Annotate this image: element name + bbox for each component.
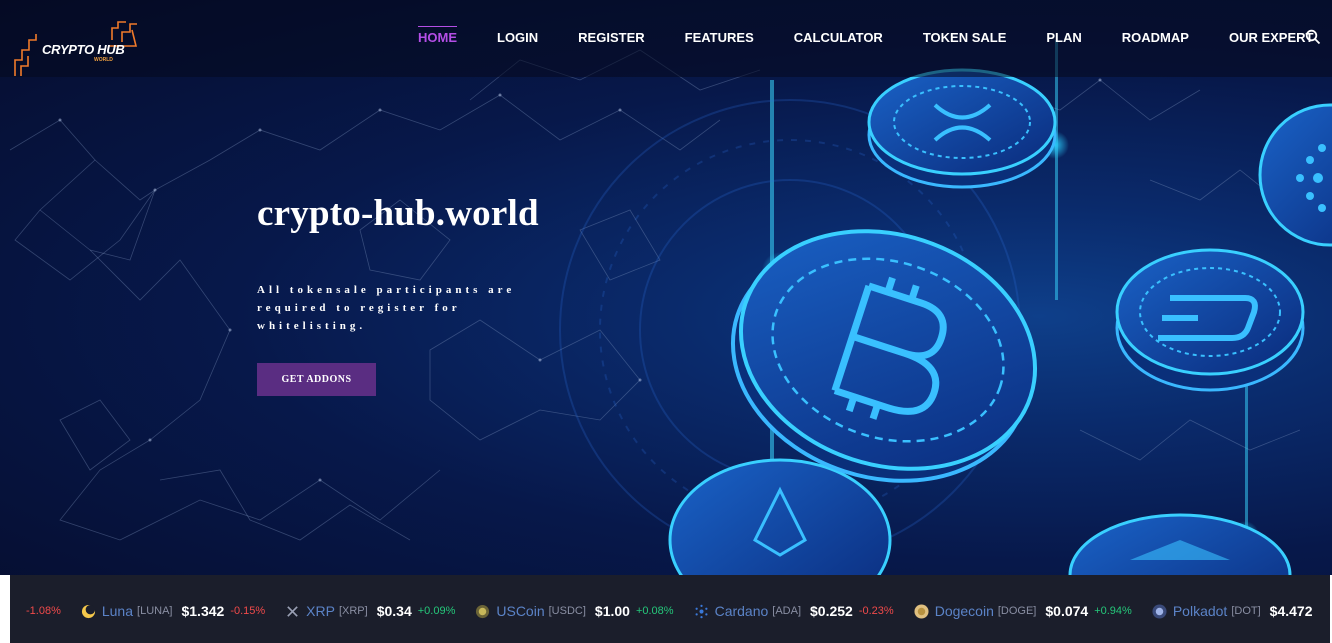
ticker-item-leading[interactable]: -1.08%: [26, 605, 61, 617]
nav-token-sale[interactable]: TOKEN SALE: [923, 28, 1007, 48]
ticker-change: +0.08%: [635, 605, 674, 617]
nav-home[interactable]: HOME: [418, 26, 457, 48]
hero-description: All tokensale participants are required …: [257, 284, 516, 332]
ticker-item-xrp[interactable]: XRP [XRP] $0.34 +0.09%: [285, 603, 455, 619]
ticker-name: Cardano: [714, 603, 769, 619]
ticker-name: Luna: [101, 603, 134, 619]
ticker-change: -0.23%: [858, 605, 894, 617]
ticker-price: $0.252: [810, 603, 853, 619]
ticker-item-dogecoin[interactable]: Dogecoin [DOGE] $0.074 +0.94%: [914, 603, 1132, 619]
ticker-symbol: [DOT]: [1231, 605, 1261, 617]
hero-title: crypto-hub.world: [257, 193, 539, 234]
ticker-price: $0.074: [1045, 603, 1089, 619]
usdc-icon: [476, 604, 490, 618]
hero-background: [9, 40, 1332, 575]
nav-login[interactable]: LOGIN: [497, 28, 538, 48]
polkadot-icon: [1152, 603, 1167, 619]
ticker-symbol: [DOGE]: [997, 605, 1037, 617]
site-logo[interactable]: CRYPTO HUB WORLD: [12, 20, 142, 80]
ticker-symbol: [LUNA]: [137, 605, 173, 617]
ticker-name: XRP: [306, 603, 335, 619]
ticker-item-usdc[interactable]: USCoin [USDC] $1.00 +0.08%: [475, 603, 674, 619]
ticker-item-luna[interactable]: Luna [LUNA] $1.342 -0.15%: [81, 603, 265, 619]
ticker-track: -1.08% Luna [LUNA] $1.342 -0.15% XRP [XR…: [26, 603, 1330, 619]
nav-plan[interactable]: PLAN: [1046, 28, 1081, 48]
dogecoin-icon: [914, 603, 929, 619]
ticker-symbol: [XRP]: [338, 605, 368, 617]
ticker-price: $4.472: [1269, 603, 1313, 619]
logo-text: CRYPTO HUB: [42, 42, 125, 57]
ticker-name: USCoin: [496, 603, 545, 619]
ticker-change: +0.94%: [1094, 605, 1132, 617]
ticker-price: $1.342: [181, 603, 225, 619]
nav-features[interactable]: FEATURES: [685, 28, 754, 48]
ticker-symbol: [ADA]: [772, 605, 802, 617]
ticker-symbol: [USDC]: [548, 605, 586, 617]
luna-icon: [81, 604, 95, 618]
get-addons-button[interactable]: GET ADDONS: [257, 363, 376, 396]
ticker-price: $0.34: [376, 603, 412, 619]
ticker-price: $1.00: [594, 603, 630, 619]
ticker-name: Polkadot: [1172, 603, 1228, 619]
logo-subtext: WORLD: [94, 57, 113, 63]
navbar: CRYPTO HUB WORLD HOME LOGIN REGISTER FEA…: [0, 0, 1332, 77]
hero-section: CRYPTO HUB WORLD HOME LOGIN REGISTER FEA…: [0, 0, 1332, 575]
main-nav: HOME LOGIN REGISTER FEATURES CALCULATOR …: [398, 26, 1332, 48]
ticker-item-polkadot[interactable]: Polkadot [DOT] $4.472: [1152, 603, 1319, 619]
search-icon[interactable]: [1305, 29, 1321, 45]
ticker-change: -1.08%: [26, 605, 61, 617]
nav-roadmap[interactable]: ROADMAP: [1122, 28, 1189, 48]
price-ticker: -1.08% Luna [LUNA] $1.342 -0.15% XRP [XR…: [10, 575, 1330, 643]
ticker-item-cardano[interactable]: Cardano [ADA] $0.252 -0.23%: [694, 603, 894, 619]
cardano-icon: [695, 604, 708, 618]
nav-register[interactable]: REGISTER: [578, 28, 644, 48]
xrp-icon: [287, 605, 298, 617]
nav-calculator[interactable]: CALCULATOR: [794, 28, 883, 48]
ticker-change: -0.15%: [230, 605, 266, 617]
ticker-name: Dogecoin: [934, 603, 994, 619]
ticker-change: +0.09%: [417, 605, 456, 617]
nav-our-expert[interactable]: OUR EXPERT: [1229, 28, 1314, 48]
